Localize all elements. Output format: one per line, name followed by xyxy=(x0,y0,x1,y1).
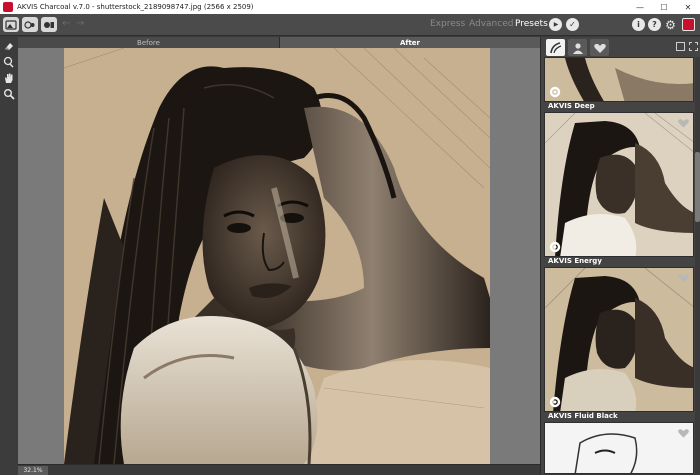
heart-icon xyxy=(593,43,606,53)
preset-thumbnail xyxy=(544,57,694,102)
preset-list: AKVIS Deep AKVIS Energy AKVIS Fluid Blac… xyxy=(544,57,694,474)
batch-icon xyxy=(24,20,35,29)
favorite-heart-icon[interactable] xyxy=(677,117,690,129)
save-image-button[interactable] xyxy=(41,17,57,32)
about-button[interactable]: i xyxy=(632,18,645,31)
tab-presets-favorites[interactable] xyxy=(590,39,609,56)
preset-thumb-sketch xyxy=(545,58,693,101)
preset-label: AKVIS Deep xyxy=(548,102,595,110)
portrait-sketch xyxy=(63,48,491,464)
mode-presets-tab[interactable]: Presets xyxy=(515,19,548,29)
tab-before[interactable]: Before xyxy=(18,37,280,48)
close-button[interactable]: ✕ xyxy=(676,0,700,14)
preset-item-fluid-black[interactable]: AKVIS Fluid Black xyxy=(544,267,694,422)
charcoal-icon xyxy=(549,41,561,53)
favorite-heart-icon[interactable] xyxy=(677,272,690,284)
history-brush-tool[interactable] xyxy=(3,56,15,68)
preset-scrollbar[interactable] xyxy=(695,57,700,474)
title-bar: AKVIS Charcoal v.7.0 - shutterstock_2189… xyxy=(0,0,700,14)
zoom-tool[interactable] xyxy=(3,88,15,100)
main-toolbar: ← → Express Advanced Presets ▶ ✓ i ? ⚙ xyxy=(0,14,700,36)
list-view-toggle[interactable] xyxy=(676,42,685,51)
preset-item-energy[interactable]: AKVIS Energy xyxy=(544,112,694,267)
tab-presets-all[interactable] xyxy=(546,39,565,56)
presets-panel-tabs xyxy=(546,39,609,57)
window-controls: — ☐ ✕ xyxy=(628,0,700,14)
preset-settings-icon[interactable] xyxy=(548,85,562,99)
magnifier-icon xyxy=(4,89,15,100)
preset-thumbnail xyxy=(544,267,694,412)
app-logo-icon xyxy=(3,2,13,12)
scrollbar-thumb[interactable] xyxy=(695,152,700,222)
play-icon: ▶ xyxy=(553,21,559,28)
apply-button[interactable]: ✓ xyxy=(566,18,579,31)
history-brush-icon xyxy=(3,56,14,68)
status-bar: 32.1% xyxy=(18,464,540,475)
tab-after[interactable]: After xyxy=(280,37,540,48)
presets-panel: AKVIS Deep AKVIS Energy AKVIS Fluid Blac… xyxy=(540,37,700,474)
check-icon: ✓ xyxy=(569,20,576,29)
left-tool-strip xyxy=(0,37,18,474)
window-title: AKVIS Charcoal v.7.0 - shutterstock_2189… xyxy=(17,3,254,11)
mode-advanced-tab[interactable]: Advanced xyxy=(469,19,513,29)
hand-tool[interactable] xyxy=(3,72,15,84)
favorite-heart-icon[interactable] xyxy=(677,427,690,439)
open-image-icon xyxy=(5,19,17,30)
run-button[interactable]: ▶ xyxy=(549,18,562,31)
preset-thumb-sketch xyxy=(545,268,693,411)
undo-button[interactable]: ← xyxy=(62,18,70,29)
batch-process-button[interactable] xyxy=(22,17,38,32)
maximize-button[interactable]: ☐ xyxy=(652,0,676,14)
preset-thumbnail xyxy=(544,422,694,474)
grid-view-toggle[interactable] xyxy=(689,42,698,51)
charcoal-result-image xyxy=(63,48,491,464)
preset-label: AKVIS Fluid Black xyxy=(548,412,618,420)
hand-icon xyxy=(5,73,13,83)
mode-express-tab[interactable]: Express xyxy=(430,19,465,29)
image-canvas[interactable] xyxy=(18,48,540,464)
save-icon xyxy=(44,21,54,28)
preset-label: AKVIS Energy xyxy=(548,257,602,265)
preset-thumbnail xyxy=(544,112,694,257)
redo-button[interactable]: → xyxy=(76,18,84,29)
preset-settings-icon[interactable] xyxy=(548,240,562,254)
preset-thumb-sketch xyxy=(545,113,693,256)
gear-icon: ⚙ xyxy=(665,17,676,32)
feedback-button[interactable] xyxy=(682,18,695,31)
preset-settings-icon[interactable] xyxy=(548,395,562,409)
settings-button[interactable]: ⚙ xyxy=(664,17,677,32)
info-icon: i xyxy=(637,20,640,29)
preset-item-deep[interactable]: AKVIS Deep xyxy=(544,57,694,112)
open-image-button[interactable] xyxy=(3,17,19,32)
help-icon: ? xyxy=(652,20,657,29)
user-icon xyxy=(572,42,583,54)
minimize-button[interactable]: — xyxy=(628,0,652,14)
preset-thumb-sketch xyxy=(545,423,693,473)
eraser-icon xyxy=(5,43,13,50)
eraser-tool[interactable] xyxy=(3,40,15,52)
tab-presets-user[interactable] xyxy=(568,39,587,56)
help-button[interactable]: ? xyxy=(648,18,661,31)
preset-item-next[interactable] xyxy=(544,422,694,474)
before-after-tabs: Before After xyxy=(18,37,540,48)
